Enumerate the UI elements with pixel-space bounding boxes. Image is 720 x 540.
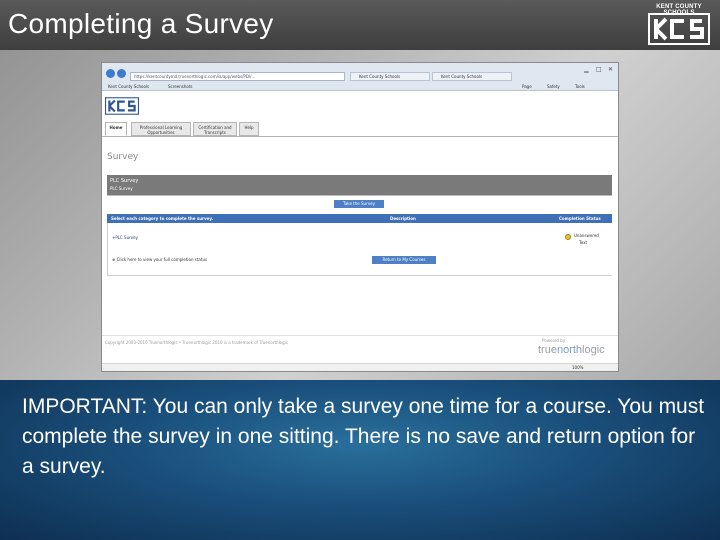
tab-home[interactable]: Home [105,122,127,136]
favorite-link[interactable]: Kent County Schools [108,82,149,91]
truenorthlogic-logo: truenorthlogic [538,344,605,356]
column-header: Description [390,216,416,221]
status-subtext: Text [579,240,588,245]
tab-help[interactable]: Help [239,122,259,136]
minimize-icon[interactable]: ▁ [584,66,589,73]
tools-menu[interactable]: Tools [575,82,585,91]
browser-screenshot: https://kentcountymd.truenorthlogic.com/… [101,62,619,372]
return-to-courses-button[interactable]: Return to My Courses [372,256,436,264]
browser-tab[interactable]: Kent County Schools [432,72,512,81]
brand-part: true [538,344,557,356]
tab-divider [102,136,618,137]
brand-part: north [556,344,583,356]
zoom-level[interactable]: 100% [572,365,583,370]
footer-text: Copyright 2003-2016 Truenorthlogic • Tru… [105,340,288,345]
brand-part: logic [582,344,605,356]
back-icon[interactable] [106,69,115,78]
page-menu[interactable]: Page [522,82,532,91]
take-survey-button[interactable]: Take the Survey [334,200,384,208]
status-text: Unanswered [574,233,599,238]
close-icon[interactable]: ✕ [608,66,613,73]
status-dot-icon [565,234,571,240]
survey-subtitle: PLC Survey [110,186,133,191]
divider [107,195,612,196]
powered-by: Powered by [542,338,566,343]
safety-menu[interactable]: Safety [547,82,560,91]
table-body: +PLC Survey Unanswered Text ⊕ Click here… [107,223,612,276]
favorite-link[interactable]: Screenshots [168,82,192,91]
forward-icon[interactable] [117,69,126,78]
browser-status-bar: 100% [102,363,618,371]
survey-title: PLC Survey [110,178,139,184]
tab-professional-learning[interactable]: Professional Learning Opportunities [131,122,191,136]
table-header: Select each category to complete the sur… [107,214,612,223]
page-heading: Survey [107,152,139,162]
survey-header-box: PLC Survey PLC Survey [107,175,612,195]
title-bar: Completing a Survey KENT COUNTY SCHOOLS [0,0,720,50]
full-status-link[interactable]: ⊕ Click here to view your full completio… [112,257,207,262]
slide-title: Completing a Survey [8,8,274,39]
survey-category-link[interactable]: +PLC Survey [112,235,138,240]
footer-divider [102,335,618,336]
tab-certification[interactable]: Certification and Transcripts [193,122,237,136]
address-bar[interactable]: https://kentcountymd.truenorthlogic.com/… [130,72,345,81]
kcs-logo-mark [648,13,710,45]
important-note: IMPORTANT: You can only take a survey on… [22,395,705,478]
maximize-icon[interactable]: □ [596,66,602,73]
site-logo-icon[interactable] [105,94,139,118]
column-header: Completion Status [559,216,601,221]
column-header: Select each category to complete the sur… [111,216,214,221]
favorites-bar: Kent County Schools Screenshots Page Saf… [102,82,618,91]
kcs-logo-icon: KENT COUNTY SCHOOLS [640,2,718,46]
browser-tab[interactable]: Kent County Schools [350,72,430,81]
